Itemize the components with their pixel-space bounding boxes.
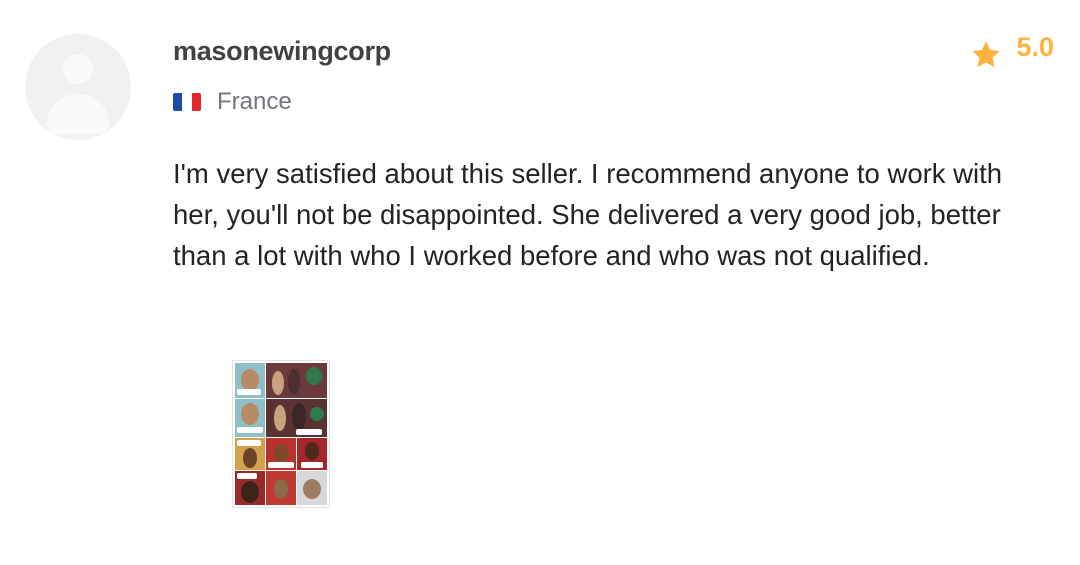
comic-panel <box>235 363 265 398</box>
avatar-body-shape <box>47 94 109 134</box>
review-attachment-thumbnail[interactable] <box>232 360 330 508</box>
comic-panel <box>235 471 265 505</box>
france-flag-icon <box>173 93 201 111</box>
comic-panel <box>297 438 327 470</box>
country-name: France <box>217 88 292 115</box>
rating-value: 5.0 <box>1016 32 1054 62</box>
review-rating: 5.0 <box>970 32 1054 71</box>
reviewer-country: France <box>173 88 292 116</box>
star-icon <box>972 41 1000 67</box>
comic-panel <box>235 438 265 470</box>
review-body: I'm very satisfied about this seller. I … <box>173 158 1003 271</box>
comic-panel <box>235 399 265 437</box>
reviewer-username[interactable]: masonewingcorp <box>173 36 391 67</box>
user-avatar[interactable] <box>25 34 131 140</box>
comic-panel <box>266 363 327 398</box>
comic-panel <box>266 399 327 437</box>
comic-panel <box>266 438 296 470</box>
comic-panel <box>266 471 296 505</box>
avatar-head-shape <box>63 54 93 84</box>
comic-panel <box>297 471 327 505</box>
